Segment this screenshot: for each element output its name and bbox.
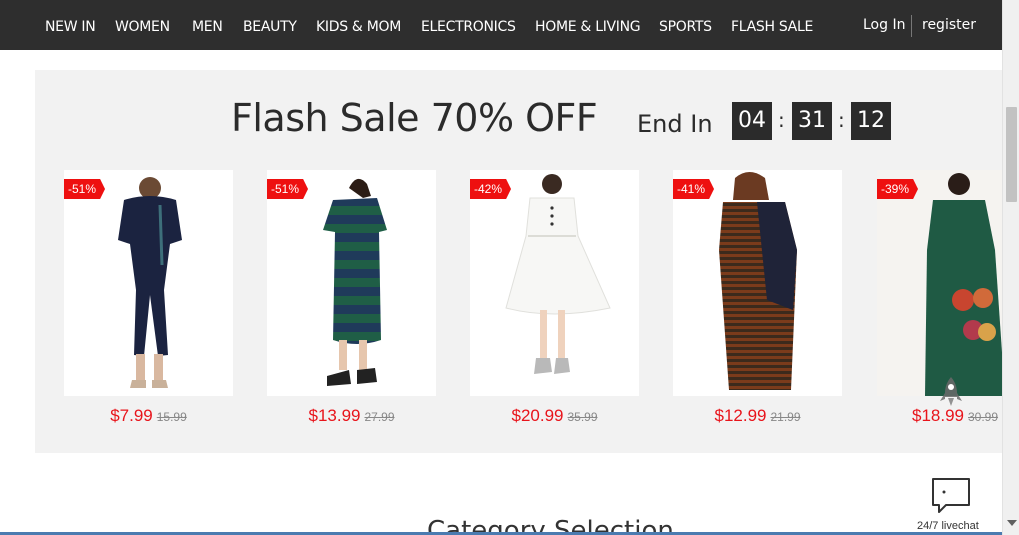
timer-hours: 04 [732, 102, 772, 140]
nav-flash-sale[interactable]: FLASH SALE [731, 19, 813, 35]
price-row-4: $12.99 21.99 [673, 406, 842, 426]
original-price: 35.99 [567, 410, 598, 424]
timer-separator: : [838, 108, 845, 132]
rocket-icon[interactable] [938, 375, 964, 409]
flash-sale-title: Flash Sale 70% OFF [231, 96, 598, 140]
product-card-5[interactable]: -39% [877, 170, 1002, 396]
product-card-1[interactable]: -51% [64, 170, 233, 396]
original-price: 15.99 [156, 410, 187, 424]
login-link[interactable]: Log In [863, 17, 905, 33]
sale-price: $12.99 [714, 406, 767, 425]
top-nav: NEW IN WOMEN MEN BEAUTY KIDS & MOM ELECT… [0, 0, 1002, 50]
product-card-4[interactable]: -41% [673, 170, 842, 396]
nav-beauty[interactable]: BEAUTY [243, 19, 297, 35]
sale-price: $13.99 [308, 406, 361, 425]
nav-sports[interactable]: SPORTS [659, 19, 712, 35]
original-price: 30.99 [968, 410, 999, 424]
end-in-label: End In [637, 110, 713, 138]
brown-striped-maxi-image [719, 172, 797, 390]
nav-divider [911, 15, 912, 37]
original-price: 21.99 [770, 410, 801, 424]
striped-dress-image [323, 178, 387, 386]
price-row-3: $20.99 35.99 [470, 406, 639, 426]
green-dress-image [877, 170, 1002, 396]
chat-bubble-icon[interactable] [930, 476, 972, 516]
product-card-3[interactable]: -42% [470, 170, 639, 396]
discount-badge: -41% [673, 179, 715, 199]
vertical-scrollbar[interactable] [1002, 0, 1019, 535]
timer-separator: : [778, 108, 785, 132]
scroll-down-arrow-icon[interactable] [1007, 520, 1017, 526]
discount-badge: -42% [470, 179, 512, 199]
original-price: 27.99 [364, 410, 395, 424]
nav-men[interactable]: MEN [192, 19, 223, 35]
timer-seconds: 12 [851, 102, 891, 140]
nav-home-living[interactable]: HOME & LIVING [535, 19, 641, 35]
product-card-2[interactable]: -51% [267, 170, 436, 396]
price-row-2: $13.99 27.99 [267, 406, 436, 426]
nav-women[interactable]: WOMEN [115, 19, 170, 35]
timer-minutes: 31 [792, 102, 832, 140]
sale-price: $7.99 [110, 406, 153, 425]
price-row-5: $18.99 30.99 [877, 406, 1002, 426]
livechat-label[interactable]: 24/7 livechat [917, 520, 979, 532]
discount-badge: -39% [877, 179, 919, 199]
nav-electronics[interactable]: ELECTRONICS [421, 19, 516, 35]
discount-badge: -51% [267, 179, 309, 199]
price-row-1: $7.99 15.99 [64, 406, 233, 426]
sale-price: $20.99 [511, 406, 564, 425]
nav-new-in[interactable]: NEW IN [45, 19, 96, 35]
scrollbar-thumb[interactable] [1006, 107, 1017, 202]
discount-badge: -51% [64, 179, 106, 199]
register-link[interactable]: register [922, 17, 976, 33]
navy-jumpsuit-image [118, 177, 182, 388]
nav-kids-mom[interactable]: KIDS & MOM [316, 19, 401, 35]
white-dress-image [505, 174, 611, 374]
